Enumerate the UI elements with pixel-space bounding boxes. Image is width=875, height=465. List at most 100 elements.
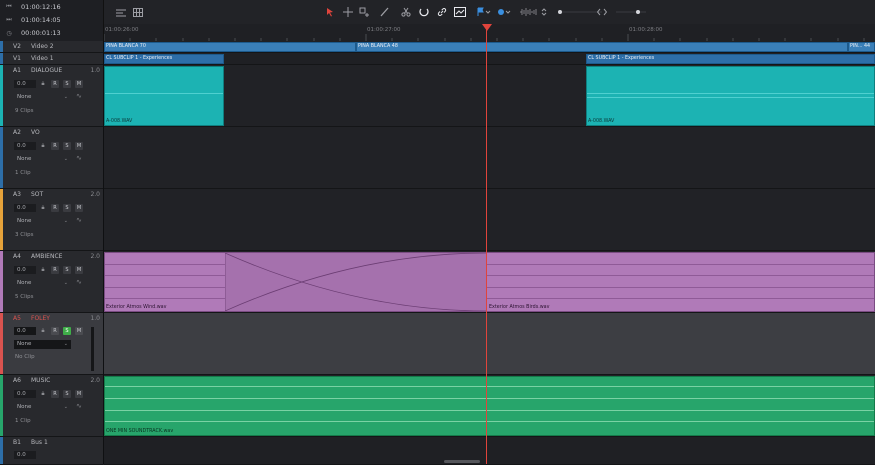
video-clip[interactable]: CL SUBCLIP 1 - Experiences xyxy=(104,54,224,64)
track-header-a6[interactable]: A6 MUSIC 2.0 0.0 🔒︎ R S M None ⌄ ∿ 1 Clip xyxy=(0,375,103,437)
track-height-slider[interactable] xyxy=(616,6,646,18)
mute-button[interactable]: M xyxy=(75,390,83,398)
clip-label: PINA BLANCA 70 xyxy=(106,44,146,49)
track-header-a4[interactable]: A4 AMBIENCE 2.0 0.0 🔒︎ R S M None ⌄ ∿ 5 C… xyxy=(0,251,103,313)
track-header-v2[interactable]: V2 Video 2 xyxy=(0,41,103,53)
track-name[interactable]: MUSIC xyxy=(31,377,50,384)
track-input-select[interactable]: None ⌄ xyxy=(14,403,71,412)
record-button[interactable]: R xyxy=(51,266,59,274)
track-input-value: None xyxy=(17,218,32,224)
timecode-current[interactable]: 01:00:12:16 xyxy=(21,3,61,11)
track-input-select[interactable]: None ⌄ xyxy=(14,340,71,349)
record-button[interactable]: R xyxy=(51,390,59,398)
marker-dropdown-icon[interactable] xyxy=(496,6,512,18)
track-input-select[interactable]: None ⌄ xyxy=(14,217,71,226)
timecode-duration[interactable]: 00:00:01:13 xyxy=(21,29,61,37)
grid-view-icon[interactable] xyxy=(132,6,144,18)
track-input-select[interactable]: None ⌄ xyxy=(14,93,71,102)
track-header-b1[interactable]: B1 Bus 1 0.0 xyxy=(0,437,103,465)
mute-button[interactable]: M xyxy=(75,80,83,88)
video-clip[interactable]: PIN... 44 xyxy=(848,42,875,52)
lane-a6: ONE MIN SOUNDTRACK.wav xyxy=(104,375,875,437)
waveform-line xyxy=(105,287,874,288)
selection-arrow-icon[interactable] xyxy=(324,6,336,18)
waveform-toggle-icon[interactable]: ∿ xyxy=(76,278,82,286)
record-button[interactable]: R xyxy=(51,327,59,335)
position-lock-icon[interactable] xyxy=(453,6,467,18)
volume-field[interactable]: 0.0 xyxy=(14,327,36,335)
track-name[interactable]: Bus 1 xyxy=(31,439,48,446)
link-icon[interactable] xyxy=(436,6,448,18)
video-clip[interactable]: PINA BLANCA 48 xyxy=(356,42,848,52)
zoom-horizontal-icon[interactable] xyxy=(597,6,607,18)
solo-button[interactable]: S xyxy=(63,266,71,274)
record-button[interactable]: R xyxy=(51,142,59,150)
track-name[interactable]: Video 2 xyxy=(31,43,54,50)
timeline-area[interactable]: PINA BLANCA 70 PINA BLANCA 48 PIN... 44 … xyxy=(104,41,875,465)
snapping-icon[interactable] xyxy=(418,6,430,18)
dynamic-trim-icon[interactable] xyxy=(358,6,372,18)
track-header-a5[interactable]: A5 FOLEY 1.0 0.0 🔒︎ R S M None ⌄ No Clip xyxy=(0,313,103,375)
volume-field[interactable]: 0.0 xyxy=(14,266,36,274)
track-header-v1[interactable]: V1 Video 1 xyxy=(0,53,103,65)
zoom-slider[interactable] xyxy=(556,6,602,18)
solo-button[interactable]: S xyxy=(63,327,71,335)
lock-icon[interactable]: 🔒︎ xyxy=(39,266,47,274)
track-header-a1[interactable]: A1 DIALOGUE 1.0 0.0 🔒︎ R S M None ⌄ ∿ 9 C… xyxy=(0,65,103,127)
volume-field[interactable]: 0.0 xyxy=(14,80,36,88)
track-header-a2[interactable]: A2 VO 0.0 🔒︎ R S M None ⌄ ∿ 1 Clip xyxy=(0,127,103,189)
trim-tool-icon[interactable] xyxy=(342,6,354,18)
video-clip[interactable]: CL SUBCLIP 1 - Experiences xyxy=(586,54,875,64)
lane-a4: Exterior Atmos Wind.wav Exterior Atmos B… xyxy=(104,251,875,313)
volume-field[interactable]: 0.0 xyxy=(14,204,36,212)
track-name[interactable]: DIALOGUE xyxy=(31,67,62,74)
track-name[interactable]: VO xyxy=(31,129,40,136)
mute-button[interactable]: M xyxy=(75,204,83,212)
blade-tool-icon[interactable] xyxy=(378,6,390,18)
solo-button[interactable]: S xyxy=(63,204,71,212)
audio-waveform-icon[interactable] xyxy=(518,6,540,18)
record-button[interactable]: R xyxy=(51,204,59,212)
track-name[interactable]: SOT xyxy=(31,191,43,198)
volume-field[interactable]: 0.0 xyxy=(14,451,36,459)
track-input-select[interactable]: None ⌄ xyxy=(14,279,71,288)
record-button[interactable]: R xyxy=(51,80,59,88)
timecode-end[interactable]: 01:00:14:05 xyxy=(21,16,61,24)
lock-icon[interactable]: 🔒︎ xyxy=(39,204,47,212)
solo-button[interactable]: S xyxy=(63,80,71,88)
zoom-stepper-icon[interactable] xyxy=(540,6,548,18)
track-name[interactable]: AMBIENCE xyxy=(31,253,62,260)
mute-button[interactable]: M xyxy=(75,266,83,274)
waveform-toggle-icon[interactable]: ∿ xyxy=(76,402,82,410)
playhead-marker-icon[interactable] xyxy=(482,24,492,31)
timeline-options-icon[interactable] xyxy=(114,6,128,18)
waveform-toggle-icon[interactable]: ∿ xyxy=(76,92,82,100)
scissors-icon[interactable] xyxy=(400,6,412,18)
track-name[interactable]: Video 1 xyxy=(31,55,54,62)
waveform-toggle-icon[interactable]: ∿ xyxy=(76,154,82,162)
volume-field[interactable]: 0.0 xyxy=(14,142,36,150)
crossfade-transition[interactable] xyxy=(225,253,487,311)
lock-icon[interactable]: 🔒︎ xyxy=(39,80,47,88)
waveform-toggle-icon[interactable]: ∿ xyxy=(76,216,82,224)
lock-icon[interactable]: 🔒︎ xyxy=(39,142,47,150)
solo-button[interactable]: S xyxy=(63,142,71,150)
mute-button[interactable]: M xyxy=(75,142,83,150)
playhead[interactable] xyxy=(486,24,487,464)
clip-count: 1 Clip xyxy=(15,418,31,424)
audio-clip[interactable]: Exterior Atmos Wind.wav Exterior Atmos B… xyxy=(104,252,875,312)
solo-button[interactable]: S xyxy=(63,390,71,398)
audio-clip[interactable]: A-008.WAV xyxy=(104,66,224,126)
volume-field[interactable]: 0.0 xyxy=(14,390,36,398)
track-header-a3[interactable]: A3 SOT 2.0 0.0 🔒︎ R S M None ⌄ ∿ 3 Clips xyxy=(0,189,103,251)
track-name[interactable]: FOLEY xyxy=(31,315,50,322)
lock-icon[interactable]: 🔒︎ xyxy=(39,390,47,398)
lock-icon[interactable]: 🔒︎ xyxy=(39,327,47,335)
audio-clip[interactable]: ONE MIN SOUNDTRACK.wav xyxy=(104,376,875,436)
mute-button[interactable]: M xyxy=(75,327,83,335)
track-input-select[interactable]: None ⌄ xyxy=(14,155,71,164)
audio-clip[interactable]: A-008.WAV xyxy=(586,66,875,126)
horizontal-scrollbar[interactable] xyxy=(444,460,480,463)
flag-dropdown-icon[interactable] xyxy=(476,6,492,18)
video-clip[interactable]: PINA BLANCA 70 xyxy=(104,42,356,52)
